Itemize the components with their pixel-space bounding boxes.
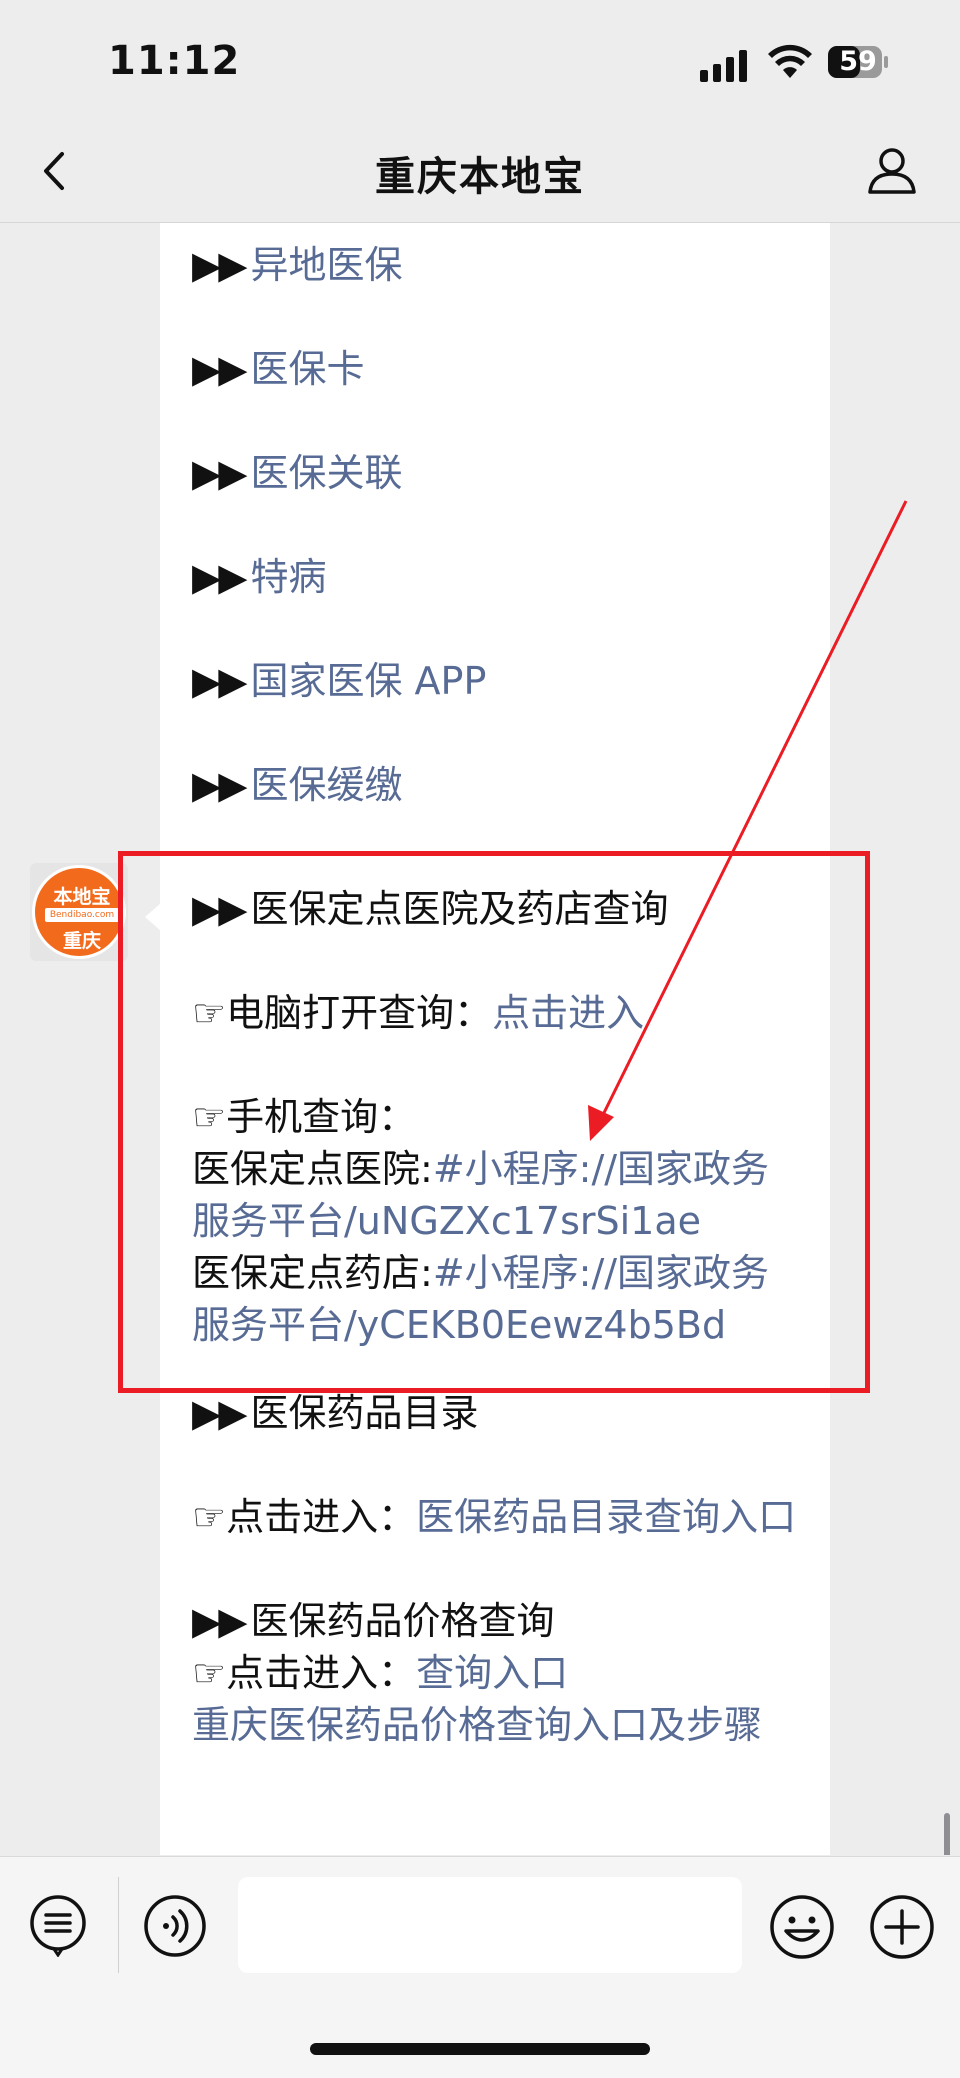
logo-bottom-text: 重庆 [62, 930, 101, 952]
pointing-hand-icon: ☞ [192, 1651, 227, 1695]
link-national-app[interactable]: 国家医保 APP [250, 659, 486, 703]
section-heading: ▶▶ 医保定点医院及药店查询 [192, 883, 798, 935]
pc-query-row: ☞电脑打开查询：点击进入 [192, 987, 798, 1039]
wifi-icon [768, 44, 812, 78]
bendibao-logo-icon: 本地宝 Bendibao.com 重庆 [32, 865, 126, 959]
divider [118, 1877, 119, 1973]
voice-icon[interactable] [142, 1893, 208, 1959]
catalog-row: ☞点击进入：医保药品目录查询入口 [192, 1491, 798, 1543]
mobile-query-row: ☞手机查询： [192, 1091, 798, 1143]
home-indicator [310, 2043, 650, 2055]
list-item[interactable]: ▶▶ 国家医保 APP [192, 655, 798, 707]
section-title: 医保定点医院及药店查询 [250, 887, 669, 931]
message-bubble: ▶▶ 医保定点医院及药店查询 ☞电脑打开查询：点击进入 ☞手机查询： 医保定点医院… [145, 863, 830, 1855]
pc-query-link[interactable]: 点击进入 [492, 991, 644, 1035]
triangle-marker: ▶▶ [192, 763, 247, 807]
plus-icon[interactable] [868, 1893, 936, 1961]
scrollbar[interactable] [944, 1813, 950, 1855]
catalog-link[interactable]: 医保药品目录查询入口 [416, 1495, 796, 1539]
pharmacy-row: 医保定点药店:#小程序://国家政务服务平台/yCEKB0Eewz4b5Bd [192, 1247, 798, 1351]
status-bar: 11:12 59 [0, 0, 960, 120]
status-time: 11:12 [108, 38, 241, 84]
message-input[interactable] [238, 1877, 742, 1973]
link-yibao-link[interactable]: 医保关联 [250, 451, 402, 495]
logo-top-text: 本地宝 [53, 886, 111, 908]
triangle-marker: ▶▶ [192, 347, 247, 391]
section-title: 医保药品价格查询 [250, 1599, 555, 1643]
avatar[interactable]: 本地宝 Bendibao.com 重庆 [30, 863, 128, 961]
section-title: 医保药品目录 [250, 1391, 479, 1435]
nav-bar: 重庆本地宝 [0, 120, 960, 223]
chat-area[interactable]: ▶▶ 异地医保 ▶▶ 医保卡 ▶▶ 医保关联 ▶▶ 特病 ▶▶ 国家医保 APP ▶▶ 医保… [0, 223, 960, 1855]
hospital-row: 医保定点医院:#小程序://国家政务服务平台/uNGZXc17srSi1ae [192, 1143, 798, 1247]
link-special-disease[interactable]: 特病 [250, 555, 326, 599]
section-heading: ▶▶ 医保药品价格查询 [192, 1595, 798, 1647]
triangle-marker: ▶▶ [192, 1599, 247, 1643]
list-item[interactable]: ▶▶ 医保卡 [192, 343, 798, 395]
triangle-marker: ▶▶ [192, 887, 247, 931]
profile-icon[interactable] [866, 144, 918, 196]
logo-mid-text: Bendibao.com [45, 908, 119, 922]
price-steps-row: 重庆医保药品价格查询入口及步骤 [192, 1699, 798, 1751]
list-item[interactable]: ▶▶ 医保缓缴 [192, 759, 798, 811]
catalog-label: 点击进入： [226, 1495, 417, 1539]
section-heading: ▶▶ 医保药品目录 [192, 1387, 798, 1439]
mobile-query-label: 手机查询： [226, 1095, 417, 1139]
pointing-hand-icon: ☞ [192, 991, 227, 1035]
pharmacy-label: 医保定点药店: [192, 1251, 433, 1295]
link-yibao-card[interactable]: 医保卡 [250, 347, 364, 391]
menu-list-icon[interactable] [28, 1893, 92, 1957]
emoji-icon[interactable] [768, 1893, 836, 1961]
page-title: 重庆本地宝 [375, 154, 585, 200]
triangle-marker: ▶▶ [192, 1391, 247, 1435]
pointing-hand-icon: ☞ [192, 1095, 227, 1139]
triangle-marker: ▶▶ [192, 451, 247, 495]
input-bar [0, 1856, 960, 2078]
price-steps-link[interactable]: 重庆医保药品价格查询入口及步骤 [192, 1703, 762, 1747]
hospital-label: 医保定点医院: [192, 1147, 433, 1191]
price-query-link[interactable]: 查询入口 [416, 1651, 568, 1695]
triangle-marker: ▶▶ [192, 555, 247, 599]
pc-query-label: 电脑打开查询： [226, 991, 493, 1035]
triangle-marker: ▶▶ [192, 659, 247, 703]
price-label: 点击进入： [226, 1651, 417, 1695]
link-yidi-yibao[interactable]: 异地医保 [250, 243, 402, 287]
list-item[interactable]: ▶▶ 异地医保 [192, 239, 798, 291]
triangle-marker: ▶▶ [192, 243, 247, 287]
link-deferred-payment[interactable]: 医保缓缴 [250, 763, 402, 807]
list-item[interactable]: ▶▶ 医保关联 [192, 447, 798, 499]
price-row: ☞点击进入：查询入口 [192, 1647, 798, 1699]
battery-level: 59 [839, 46, 877, 77]
list-item[interactable]: ▶▶ 特病 [192, 551, 798, 603]
pointing-hand-icon: ☞ [192, 1495, 227, 1539]
cellular-signal-icon [700, 48, 747, 82]
